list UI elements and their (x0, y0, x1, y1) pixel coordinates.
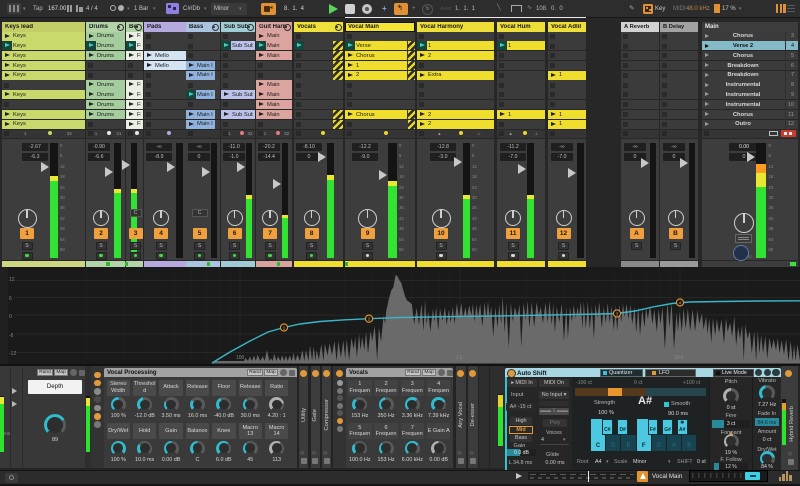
svg-text:10 k: 10 k (674, 355, 684, 361)
svg-text:1 k: 1 k (456, 355, 463, 361)
svg-text:100: 100 (236, 355, 245, 361)
